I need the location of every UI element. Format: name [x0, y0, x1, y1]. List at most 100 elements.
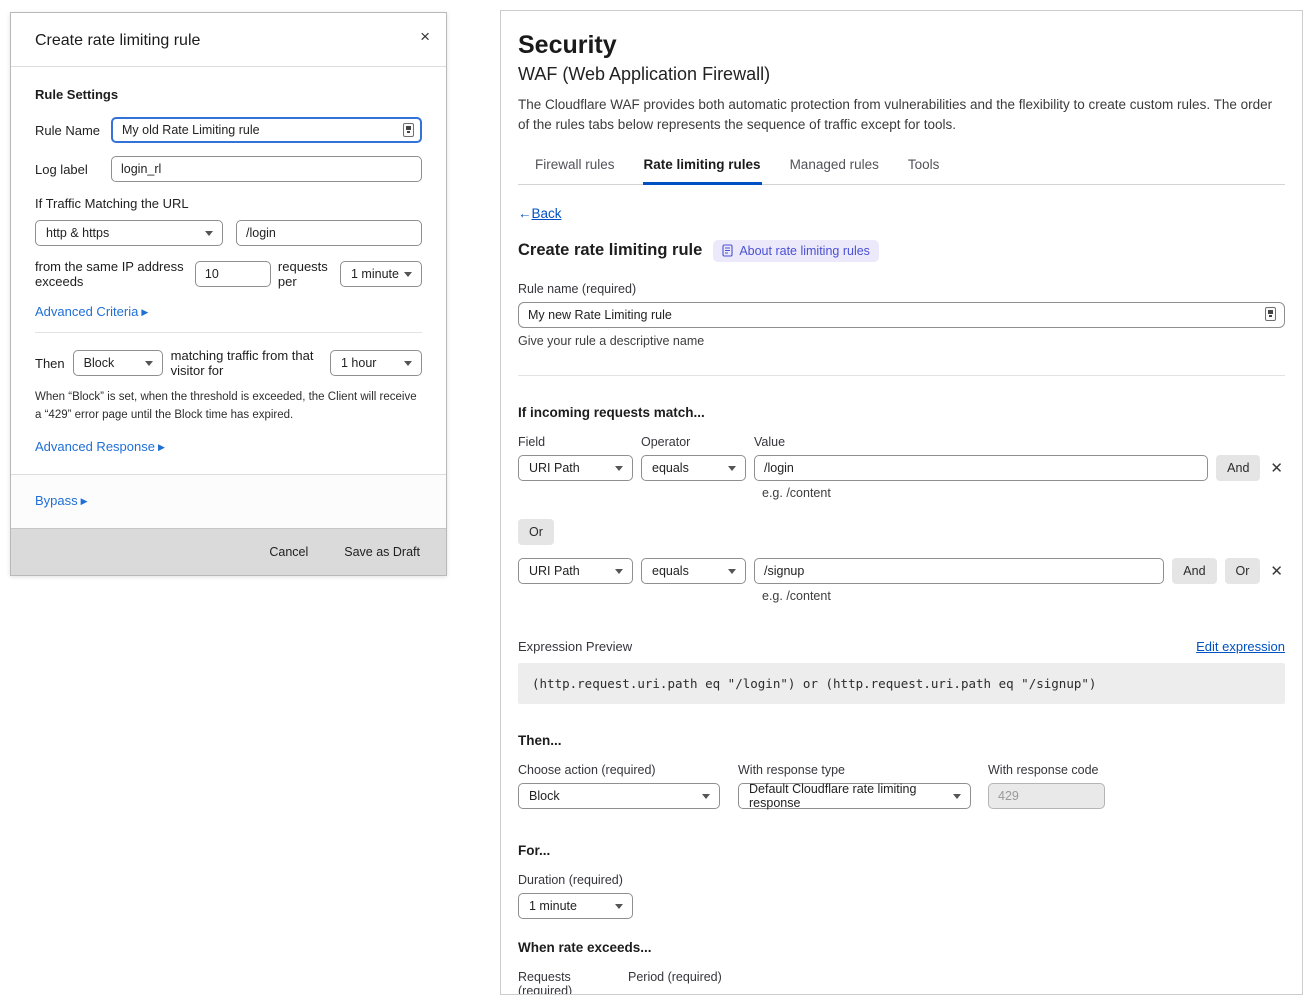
- caret-down-icon: [145, 361, 153, 366]
- caret-down-icon: [728, 466, 736, 471]
- operator-select[interactable]: equals: [641, 455, 746, 481]
- response-code-label: With response code: [988, 763, 1105, 777]
- then-label: Then: [35, 356, 65, 371]
- back-link[interactable]: ←Back: [518, 206, 562, 221]
- dialog-header: Create rate limiting rule ×: [11, 13, 446, 67]
- field-select[interactable]: URI Path: [518, 455, 633, 481]
- requests-input[interactable]: [195, 261, 271, 287]
- rule-name-input[interactable]: [111, 117, 422, 143]
- value-hint: e.g. /content: [762, 589, 1285, 603]
- tab-managed-rules[interactable]: Managed rules: [789, 151, 880, 185]
- tab-rate-limiting-rules[interactable]: Rate limiting rules: [643, 151, 762, 185]
- divider: [518, 375, 1285, 376]
- edit-expression-link[interactable]: Edit expression: [1196, 639, 1285, 654]
- value-input[interactable]: [754, 558, 1164, 584]
- cancel-button[interactable]: Cancel: [269, 545, 308, 559]
- match-section-heading: If incoming requests match...: [518, 405, 1285, 420]
- page-description: The Cloudflare WAF provides both automat…: [518, 95, 1285, 136]
- tab-firewall-rules[interactable]: Firewall rules: [534, 151, 616, 185]
- waf-tabs: Firewall rules Rate limiting rules Manag…: [518, 151, 1285, 185]
- exceeds-prefix-label: from the same IP address exceeds: [35, 259, 188, 289]
- rule-name-block: Rule name (required) Give your rule a de…: [518, 282, 1285, 348]
- value-input[interactable]: [754, 455, 1208, 481]
- page-subtitle: WAF (Web Application Firewall): [518, 64, 1285, 85]
- dialog-footer: Cancel Save as Draft: [11, 528, 446, 575]
- caret-down-icon: [404, 361, 412, 366]
- response-type-column: With response type Default Cloudflare ra…: [738, 763, 988, 809]
- save-as-draft-button[interactable]: Save as Draft: [344, 545, 420, 559]
- or-button[interactable]: Or: [1225, 558, 1261, 584]
- duration-select[interactable]: 1 minute: [518, 893, 633, 919]
- value-label: Value: [754, 435, 785, 449]
- dialog-body: Rule Settings Rule Name Log label If Tra…: [11, 67, 446, 474]
- log-label-field-wrap: [111, 156, 422, 182]
- and-button[interactable]: And: [1172, 558, 1216, 584]
- caret-down-icon: [615, 904, 623, 909]
- arrow-right-icon: ▶: [141, 307, 148, 317]
- form-title-row: Create rate limiting rule About rate lim…: [518, 240, 1285, 262]
- bypass-link[interactable]: Bypass▶: [35, 493, 88, 508]
- value-hint: e.g. /content: [762, 486, 1285, 500]
- and-button[interactable]: And: [1216, 455, 1260, 481]
- then-controls: Choose action (required) Block With resp…: [518, 763, 1285, 809]
- dialog-title: Create rate limiting rule: [35, 32, 424, 50]
- matching-traffic-label: matching traffic from that visitor for: [171, 348, 322, 378]
- condition-row: URI Path equals And Or ✕: [518, 558, 1285, 584]
- log-label-input[interactable]: [111, 156, 422, 182]
- caret-down-icon: [205, 231, 213, 236]
- caret-down-icon: [702, 794, 710, 799]
- rate-labels-row: Requests (required) Period (required): [518, 970, 1285, 996]
- condition-row: URI Path equals And ✕: [518, 455, 1285, 481]
- about-rate-limiting-badge[interactable]: About rate limiting rules: [713, 240, 879, 262]
- close-icon[interactable]: ×: [420, 27, 430, 47]
- advanced-response-link[interactable]: Advanced Response▶: [35, 439, 165, 454]
- security-waf-page: Security WAF (Web Application Firewall) …: [500, 10, 1303, 995]
- left-arrow-icon: ←: [518, 206, 532, 221]
- caret-down-icon: [404, 272, 412, 277]
- rule-name-label: Rule Name: [35, 123, 111, 138]
- rule-name-field-wrap: [518, 306, 1285, 323]
- action-select[interactable]: Block: [73, 350, 163, 376]
- or-connector-button[interactable]: Or: [518, 519, 554, 545]
- rule-name-input[interactable]: [518, 302, 1285, 328]
- action-column: Choose action (required) Block: [518, 763, 738, 809]
- action-select[interactable]: Block: [518, 783, 720, 809]
- page-title: Security: [518, 31, 1285, 60]
- condition-labels-row: Field Operator Value: [518, 435, 1285, 449]
- rate-section-heading: When rate exceeds...: [518, 940, 1285, 955]
- caret-down-icon: [728, 569, 736, 574]
- rule-name-row: Rule Name: [35, 117, 422, 143]
- url-input[interactable]: [236, 220, 422, 246]
- log-label-label: Log label: [35, 162, 111, 177]
- advanced-criteria-link[interactable]: Advanced Criteria▶: [35, 304, 148, 319]
- divider: [35, 332, 422, 333]
- response-type-label: With response type: [738, 763, 988, 777]
- block-duration-select[interactable]: 1 hour: [330, 350, 422, 376]
- caret-down-icon: [953, 794, 961, 799]
- period-select[interactable]: 1 minute: [340, 261, 422, 287]
- arrow-right-icon: ▶: [158, 442, 165, 452]
- response-type-select[interactable]: Default Cloudflare rate limiting respons…: [738, 783, 971, 809]
- caret-down-icon: [615, 466, 623, 471]
- choose-action-label: Choose action (required): [518, 763, 738, 777]
- rule-name-field-wrap: [111, 117, 422, 143]
- rule-name-hint: Give your rule a descriptive name: [518, 334, 1285, 348]
- operator-label: Operator: [641, 435, 754, 449]
- rule-name-label: Rule name (required): [518, 282, 1285, 296]
- response-code-column: With response code: [988, 763, 1105, 809]
- create-rule-heading: Create rate limiting rule: [518, 241, 702, 260]
- remove-icon[interactable]: ✕: [1268, 459, 1285, 477]
- period-label: Period (required): [628, 970, 722, 996]
- rule-settings-heading: Rule Settings: [35, 87, 422, 102]
- tab-tools[interactable]: Tools: [907, 151, 941, 185]
- field-select[interactable]: URI Path: [518, 558, 633, 584]
- url-match-row: http & https: [35, 220, 422, 246]
- requests-per-label: requests per: [278, 259, 333, 289]
- then-row: Then Block matching traffic from that vi…: [35, 348, 422, 378]
- scheme-select[interactable]: http & https: [35, 220, 223, 246]
- operator-select[interactable]: equals: [641, 558, 746, 584]
- then-section-heading: Then...: [518, 733, 1285, 748]
- traffic-match-label: If Traffic Matching the URL: [35, 196, 422, 211]
- remove-icon[interactable]: ✕: [1268, 562, 1285, 580]
- response-code-input: [988, 783, 1105, 809]
